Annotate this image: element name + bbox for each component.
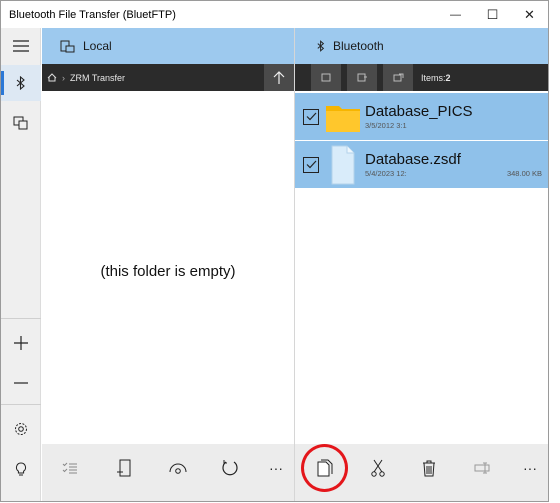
local-file-list[interactable]: (this folder is empty) (42, 91, 294, 444)
title-bar: Bluetooth File Transfer (BluetFTP) — ☐ ✕ (1, 1, 548, 28)
bluetooth-icon (16, 76, 25, 90)
nav-devices[interactable] (1, 105, 41, 141)
device-icon (13, 116, 28, 130)
preview-button[interactable] (158, 444, 198, 492)
delete-icon (423, 460, 435, 476)
multiselect-icon (62, 462, 77, 474)
home-icon[interactable] (47, 73, 57, 82)
navigation-rail (1, 28, 41, 501)
arrow-up-icon (273, 70, 285, 84)
checkmark-icon (306, 112, 316, 121)
file-name: Database_PICS (365, 103, 473, 120)
row-checkbox[interactable] (303, 156, 319, 173)
close-icon: ✕ (524, 6, 535, 22)
file-row[interactable]: Database_PICS 3/5/2012 3:1 (295, 93, 548, 140)
local-pane-title: Local (83, 39, 112, 53)
row-checkbox[interactable] (303, 108, 319, 125)
more-icon: ··· (523, 460, 537, 476)
select-all-icon (321, 73, 331, 82)
close-button[interactable]: ✕ (511, 1, 548, 28)
local-toolbar: ··· (42, 444, 296, 501)
bluetooth-file-list[interactable]: Database_PICS 3/5/2012 3:1 Database.zsdf… (295, 91, 548, 444)
file-date: 5/4/2023 12: (365, 169, 407, 178)
preview-icon (169, 463, 187, 474)
file-row[interactable]: Database.zsdf 5/4/2023 12: 348.00 KB (295, 141, 548, 188)
cut-button[interactable] (358, 444, 398, 492)
local-path-bar: › ZRM Transfer (42, 64, 294, 91)
copy-icon (317, 459, 333, 477)
rename-icon (474, 462, 490, 474)
add-icon (14, 336, 28, 350)
rail-divider (1, 404, 41, 405)
checkmark-icon (306, 160, 316, 169)
more-button[interactable]: ··· (256, 444, 296, 492)
new-folder-icon (117, 459, 131, 477)
remove-button[interactable] (1, 365, 41, 401)
more-button[interactable]: ··· (510, 444, 548, 492)
cut-icon (371, 459, 385, 477)
refresh-icon (222, 460, 238, 476)
copy-button[interactable] (305, 444, 345, 492)
hamburger-icon (13, 40, 29, 52)
menu-button[interactable] (1, 28, 41, 64)
bluetooth-icon (317, 40, 325, 52)
folder-icon (326, 106, 360, 132)
select-all-button[interactable] (311, 64, 341, 91)
rename-button[interactable] (463, 444, 503, 492)
window-title: Bluetooth File Transfer (BluetFTP) (9, 8, 176, 21)
computer-icon (60, 40, 75, 52)
new-folder-button[interactable] (104, 444, 144, 492)
local-pane-header[interactable]: Local (42, 28, 294, 64)
nav-bluetooth[interactable] (1, 65, 41, 101)
add-button[interactable] (1, 325, 41, 361)
file-date: 3/5/2012 3:1 (365, 121, 407, 130)
settings-icon (15, 423, 27, 435)
refresh-button[interactable] (210, 444, 250, 492)
document-icon (331, 145, 355, 185)
items-count: 2 (445, 72, 451, 83)
app-window: Bluetooth File Transfer (BluetFTP) — ☐ ✕ (0, 0, 549, 502)
empty-folder-message: (this folder is empty) (100, 263, 236, 280)
tips-button[interactable] (1, 451, 41, 487)
more-icon: ··· (269, 460, 283, 476)
lightbulb-icon (15, 461, 27, 475)
breadcrumb-separator: › (62, 72, 65, 83)
remove-icon (14, 382, 28, 384)
bluetooth-toolbar: ··· (295, 444, 548, 501)
minimize-button[interactable]: — (437, 1, 474, 28)
delete-button[interactable] (409, 444, 449, 492)
up-folder-button[interactable] (264, 64, 294, 91)
file-size: 348.00 KB (506, 169, 542, 178)
invert-selection-icon (393, 73, 403, 82)
breadcrumb-folder[interactable]: ZRM Transfer (70, 73, 125, 83)
pane-divider (294, 28, 295, 501)
invert-selection-button[interactable] (383, 64, 413, 91)
multiselect-button[interactable] (50, 444, 90, 492)
maximize-icon: ☐ (486, 6, 499, 22)
settings-button[interactable] (1, 411, 41, 447)
rail-divider (1, 318, 41, 319)
minimize-icon: — (450, 8, 461, 21)
bluetooth-pane-header[interactable]: Bluetooth (295, 28, 548, 64)
bluetooth-path-bar: Items: 2 (295, 64, 548, 91)
items-label: Items: (421, 72, 446, 83)
select-none-button[interactable] (347, 64, 377, 91)
select-none-icon (357, 73, 367, 82)
maximize-button[interactable]: ☐ (474, 1, 511, 28)
bluetooth-pane-title: Bluetooth (333, 39, 384, 53)
file-name: Database.zsdf (365, 151, 461, 168)
